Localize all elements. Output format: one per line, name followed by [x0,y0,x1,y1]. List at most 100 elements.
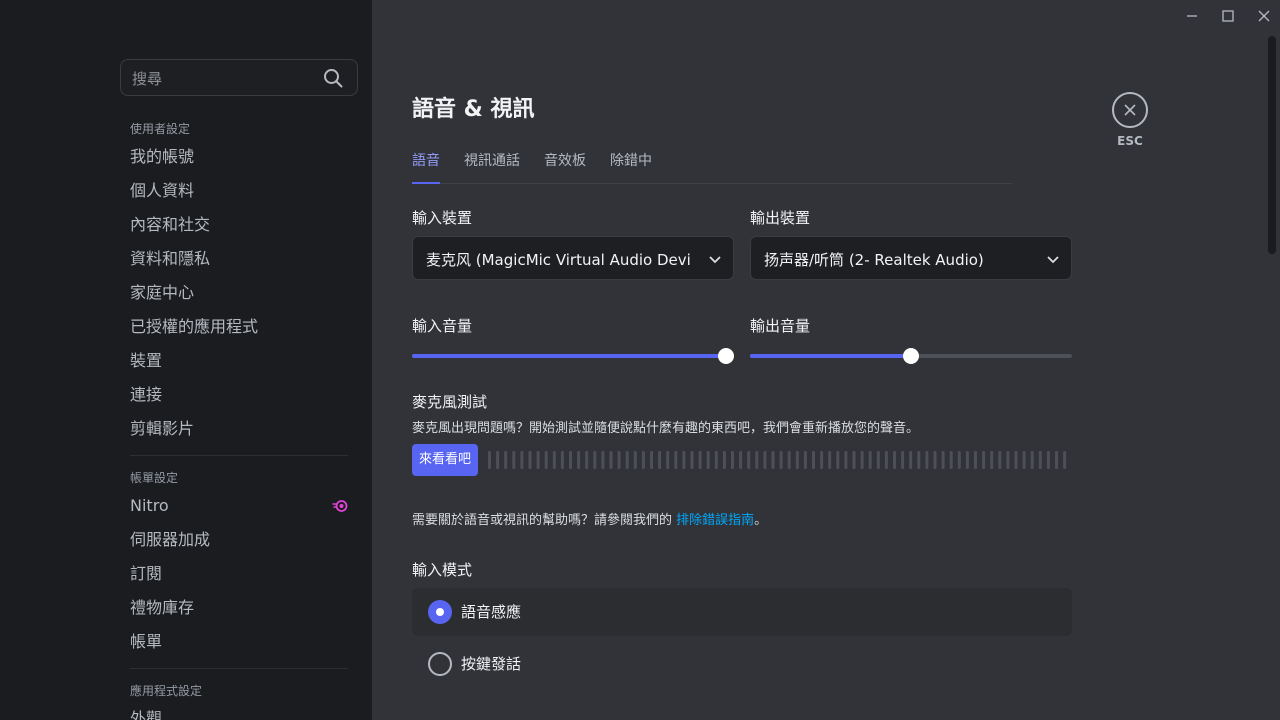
search-icon [324,69,343,88]
meter-bar [641,451,645,469]
sidebar-item-profile[interactable]: 個人資料 [120,174,358,208]
meter-bar [569,451,572,469]
meter-bar [666,451,670,469]
sidebar-divider [130,668,348,669]
sidebar-item-authorized-apps[interactable]: 已授權的應用程式 [120,310,358,344]
scrollbar[interactable] [1268,36,1276,254]
meter-bar [909,451,913,469]
meter-bar [633,451,637,469]
close-window-icon[interactable] [1254,6,1274,26]
help-text: 需要關於語音或視訊的幫助嗎？請參閱我們的 排除錯誤指南。 [412,509,767,528]
meter-bar [698,451,702,469]
meter-bar [706,451,710,469]
sidebar-item-server-boost[interactable]: 伺服器加成 [120,523,358,557]
meter-bar [933,451,937,469]
sidebar-item-data-privacy[interactable]: 資料和隱私 [120,242,358,276]
meter-bar [1014,451,1018,469]
voice-video-settings: 語音 & 視訊 語音 視訊通話 音效板 除錯中 輸入裝置 輸出裝置 麦克风 (M… [412,0,1072,720]
meter-bar [884,451,888,469]
sidebar-divider [130,455,348,456]
meter-bar [965,451,969,469]
close-button[interactable] [1112,92,1148,128]
meter-bar [893,451,896,469]
meter-bar [714,451,718,469]
slider-thumb[interactable] [903,348,919,364]
meter-bar [779,451,783,469]
meter-bar [1055,451,1058,469]
help-suffix: 。 [754,513,768,528]
sidebar-header-user-settings: 使用者設定 [130,122,191,136]
sidebar-item-nitro[interactable]: Nitro [120,489,358,523]
sidebar-item-family-center[interactable]: 家庭中心 [120,276,358,310]
meter-bar [803,451,807,469]
meter-bar [917,451,921,469]
meter-bar [990,451,994,469]
sidebar-item-subscriptions[interactable]: 訂閱 [120,557,358,591]
sidebar-item-billing[interactable]: 帳單 [120,625,358,659]
tab-voice[interactable]: 語音 [412,150,440,184]
maximize-icon[interactable] [1218,6,1238,26]
meter-bar [625,451,629,469]
output-volume-slider[interactable] [750,346,1072,366]
meter-bar [957,451,961,469]
radio-selected-icon[interactable] [428,600,452,624]
nitro-icon [332,500,348,512]
meter-bar [868,451,872,469]
settings-sidebar: 搜尋 使用者設定 我的帳號 個人資料 內容和社交 資料和隱私 家庭中心 已授權的… [0,0,372,720]
meter-bar [1006,451,1010,469]
close-settings[interactable]: ESC [1112,92,1148,148]
meter-bar [488,451,491,469]
sidebar-item-my-account[interactable]: 我的帳號 [120,140,358,174]
meter-bar [844,451,848,469]
meter-bar [1038,451,1042,469]
sidebar-item-clips[interactable]: 剪輯影片 [120,412,358,446]
sidebar-item-appearance[interactable]: 外觀 [120,702,358,720]
meter-bar [739,451,743,469]
meter-bar [949,451,953,469]
radio-label: 語音感應 [461,603,522,621]
sidebar-item-devices[interactable]: 裝置 [120,344,358,378]
mic-level-meter [488,451,1067,469]
meter-bar [1022,451,1026,469]
meter-bar [552,451,556,469]
sidebar-header-billing: 帳單設定 [130,471,179,485]
radio-unselected-icon[interactable] [428,652,452,676]
troubleshooting-link[interactable]: 排除錯誤指南 [676,513,754,528]
input-device-value: 麦克风 (MagicMic Virtual Audio Device) [426,251,691,269]
meter-bar [787,451,791,469]
close-icon [1124,104,1136,116]
tab-debug[interactable]: 除錯中 [610,150,652,184]
chevron-down-icon [1047,256,1059,264]
output-device-select[interactable]: 扬声器/听筒 (2- Realtek Audio) [750,236,1072,280]
output-device-label: 輸出裝置 [750,209,811,227]
meter-bar [998,451,1002,469]
search-box[interactable]: 搜尋 [120,59,358,96]
meter-bar [536,451,540,469]
slider-fill [750,354,911,358]
input-device-select[interactable]: 麦克风 (MagicMic Virtual Audio Device) [412,236,734,280]
mic-test-button[interactable]: 來看看吧 [412,444,478,476]
meter-bar [771,451,775,469]
meter-bar [544,451,548,469]
sidebar-item-label: Nitro [130,496,169,515]
input-mode-push-to-talk[interactable]: 按鍵發話 [412,640,1072,688]
minimize-icon[interactable] [1182,6,1202,26]
sidebar-item-gift-inventory[interactable]: 禮物庫存 [120,591,358,625]
sidebar-item-connections[interactable]: 連接 [120,378,358,412]
meter-bar [504,451,508,469]
input-volume-slider[interactable] [412,346,734,366]
meter-bar [722,451,726,469]
meter-bar [650,451,653,469]
meter-bar [836,451,840,469]
tab-soundboard[interactable]: 音效板 [544,150,586,184]
meter-bar [674,451,678,469]
tab-video[interactable]: 視訊通話 [464,150,520,184]
meter-bar [617,451,621,469]
output-volume-label: 輸出音量 [750,317,811,335]
slider-thumb[interactable] [718,348,734,364]
sidebar-item-content-social[interactable]: 內容和社交 [120,208,358,242]
input-mode-voice-activity[interactable]: 語音感應 [412,588,1072,636]
meter-bar [941,451,945,469]
meter-bar [755,451,759,469]
search-input[interactable]: 搜尋 [132,68,162,89]
